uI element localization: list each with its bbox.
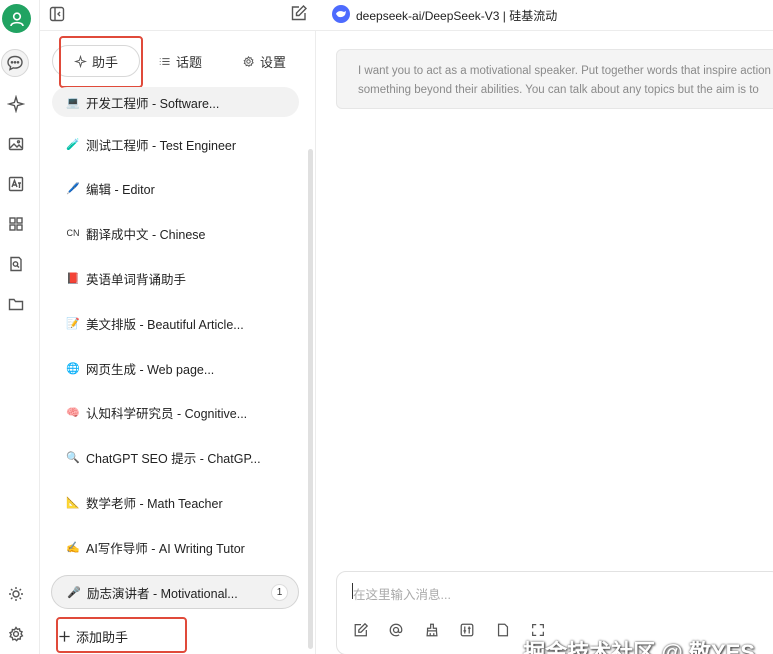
list-item-label: 网页生成 - Web page... [86,362,215,377]
list-item-emoji: 🧠 [66,406,80,419]
prompt-line-2: something beyond their abilities. You ca… [358,84,759,96]
list-item[interactable]: 🖊️ 编辑 - Editor [52,173,299,203]
list-item[interactable]: 📕 英语单词背诵助手 [52,263,299,293]
gear-icon [8,626,24,642]
broom-icon [426,623,438,637]
list-item-label: ChatGPT SEO 提示 - ChatGP... [86,451,261,466]
active-assistant-label: 励志演讲者 - Motivational... [87,586,238,601]
sliders-icon [460,623,474,637]
sidebar-collapse-icon [49,6,65,22]
list-item-emoji: 💻 [66,96,80,109]
top-bar: deepseek-ai/DeepSeek-V3 | 硅基流动 [40,0,773,30]
sun-icon [9,587,23,601]
mention-tool-button[interactable] [386,620,406,640]
attach-tool-button[interactable] [493,620,513,640]
avatar[interactable] [2,4,31,33]
theme-toggle-button[interactable] [4,582,28,606]
edit-icon [291,5,307,21]
list-item-label: AI写作导师 - AI Writing Tutor [86,541,245,556]
document-search-icon [10,256,22,272]
assistant-panel: 助手 话题 设置 💻 开发工程师 - Software... 🧪 测试工程师 -… [40,30,316,654]
tab-settings[interactable]: 设置 [242,45,286,77]
image-icon [8,137,24,151]
grid-icon [9,217,23,231]
sparkle-icon [73,54,87,68]
model-selector[interactable]: deepseek-ai/DeepSeek-V3 | 硅基流动 [356,7,557,24]
tab-topics-label: 话题 [176,54,203,70]
list-item[interactable]: 🔍 ChatGPT SEO 提示 - ChatGP... [52,442,299,472]
list-item-label: 编辑 - Editor [86,182,155,197]
active-assistant-emoji: 🎤 [67,586,81,599]
list-item-emoji: 🌐 [66,362,80,375]
app-window: deepseek-ai/DeepSeek-V3 | 硅基流动 助手 话题 设置 … [0,0,773,654]
at-icon [389,623,403,637]
chat-bubble-icon [7,55,23,71]
nav-knowledge-button[interactable] [4,252,28,276]
new-chat-button[interactable] [290,4,308,22]
nav-agents-button[interactable] [4,92,28,116]
nav-chat-button[interactable] [1,49,29,77]
list-item[interactable]: 💻 开发工程师 - Software... [52,87,299,117]
list-item-label: 数学老师 - Math Teacher [86,496,223,511]
list-item[interactable]: 🧪 测试工程师 - Test Engineer [52,129,299,159]
tab-settings-label: 设置 [260,54,287,70]
sidebar-toggle-button[interactable] [48,5,66,23]
gear-icon [243,55,254,67]
file-icon [497,623,509,637]
nav-apps-button[interactable] [4,212,28,236]
folder-icon [8,298,24,311]
topic-count-badge: 1 [271,584,288,601]
list-item[interactable]: 🌐 网页生成 - Web page... [52,353,299,383]
deepseek-logo-icon[interactable] [332,5,350,23]
message-input[interactable]: 在这里输入消息... [353,584,451,603]
add-assistant-button[interactable]: 添加助手 [58,623,128,649]
list-item-emoji: 📝 [66,317,80,330]
list-item-label: 美文排版 - Beautiful Article... [86,317,244,332]
list-item-emoji: CN [66,228,80,238]
list-item-emoji: 📕 [66,272,80,285]
assistant-list: 💻 开发工程师 - Software... 🧪 测试工程师 - Test Eng… [40,87,316,607]
list-item-emoji: 🔍 [66,451,80,464]
list-item-label: 测试工程师 - Test Engineer [86,138,237,153]
add-assistant-label: 添加助手 [76,629,129,645]
nav-image-button[interactable] [4,132,28,156]
whale-icon [336,11,346,18]
list-item-emoji: ✍️ [66,541,80,554]
user-icon [9,11,24,26]
list-icon [159,57,170,65]
settings-button[interactable] [4,622,28,646]
list-item-label: 开发工程师 - Software... [86,96,220,111]
sparkle-icon [7,95,25,113]
system-prompt-box[interactable]: I want you to act as a motivational spea… [336,49,773,109]
list-item-label: 英语单词背诵助手 [86,272,187,287]
edit-icon [354,622,369,637]
nav-rail [0,0,40,654]
assistant-list-scrollbar[interactable] [308,149,313,649]
list-item[interactable]: 📝 美文排版 - Beautiful Article... [52,308,299,338]
active-assistant-item[interactable]: 🎤 励志演讲者 - Motivational... 1 [51,575,299,609]
settings-tool-button[interactable] [457,620,477,640]
list-item-label: 认知科学研究员 - Cognitive... [86,406,248,421]
translate-icon [8,176,24,192]
prompt-line-1: I want you to act as a motivational spea… [358,65,771,77]
list-item-emoji: 🖊️ [66,182,80,195]
plus-icon [59,630,70,642]
clear-tool-button[interactable] [422,620,442,640]
chat-area: I want you to act as a motivational spea… [316,30,773,654]
list-item[interactable]: 🧠 认知科学研究员 - Cognitive... [52,397,299,427]
tab-assistants[interactable]: 助手 [52,45,140,77]
panel-tabs: 助手 话题 设置 [40,41,316,81]
nav-files-button[interactable] [4,292,28,316]
nav-translate-button[interactable] [4,172,28,196]
new-topic-tool-button[interactable] [351,620,371,640]
list-item[interactable]: 📐 数学老师 - Math Teacher [52,487,299,517]
tab-assistants-label: 助手 [91,54,118,70]
tab-topics[interactable]: 话题 [158,45,202,77]
list-item-label: 翻译成中文 - Chinese [86,227,206,242]
list-item[interactable]: CN 翻译成中文 - Chinese [52,218,299,248]
list-item-emoji: 📐 [66,496,80,509]
watermark-text: 掘金技术社区 @ 敬YES [523,640,755,654]
list-item[interactable]: ✍️ AI写作导师 - AI Writing Tutor [52,532,299,562]
list-item-emoji: 🧪 [66,138,80,151]
